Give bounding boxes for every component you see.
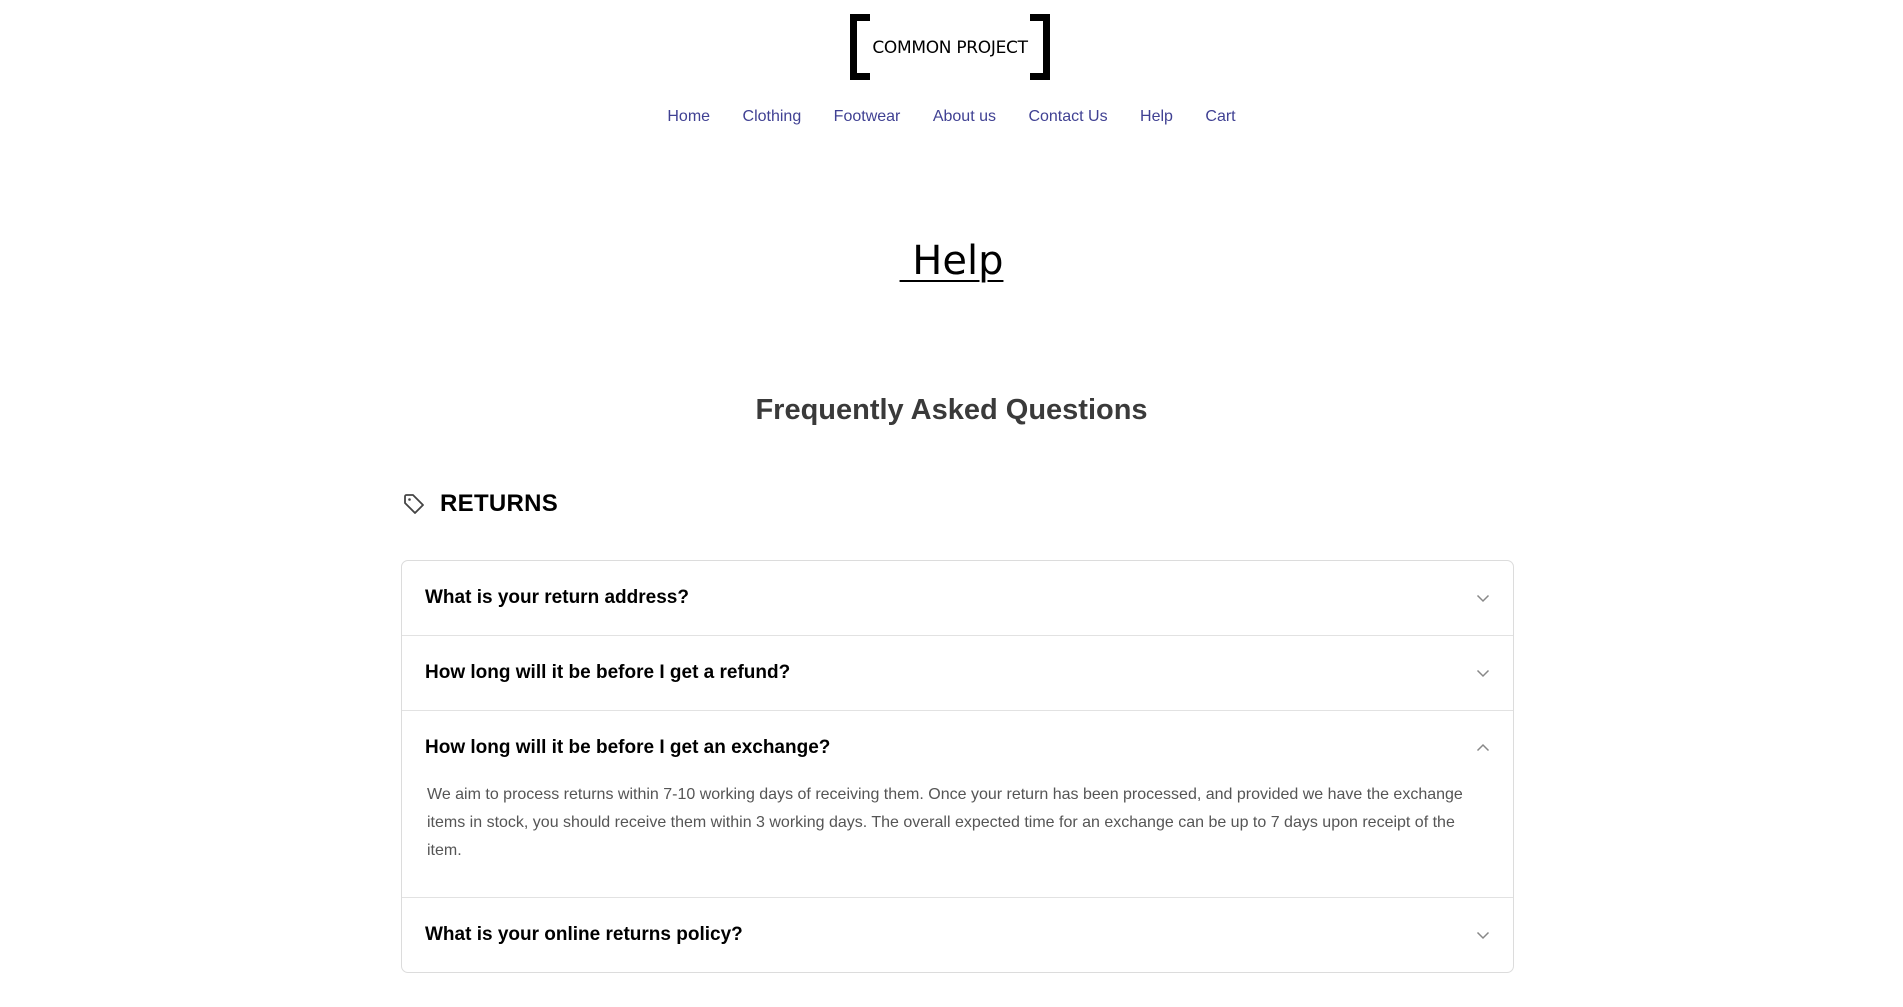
faq-question: How long will it be before I get a refun… xyxy=(425,662,791,683)
main-nav: Home Clothing Footwear About us Contact … xyxy=(0,108,1903,126)
faq-item: How long will it be before I get a refun… xyxy=(402,636,1513,711)
chevron-down-icon xyxy=(1476,669,1490,678)
faq-answer: We aim to process returns within 7-10 wo… xyxy=(427,786,1463,859)
brand-logo[interactable]: COMMON PROJECT xyxy=(850,14,1050,80)
nav-about-us[interactable]: About us xyxy=(933,108,996,126)
faq-accordion: What is your return address? How long wi… xyxy=(401,560,1514,973)
page-title-wrapper: Help xyxy=(0,238,1903,284)
logo-right-bracket xyxy=(1030,14,1050,80)
faq-question: What is your online returns policy? xyxy=(425,924,743,945)
faq-question-toggle[interactable]: How long will it be before I get an exch… xyxy=(402,711,1513,785)
faq-item-expanded: How long will it be before I get an exch… xyxy=(402,711,1513,898)
nav-home[interactable]: Home xyxy=(667,108,710,126)
nav-help[interactable]: Help xyxy=(1140,108,1173,126)
tag-icon xyxy=(404,494,424,514)
chevron-up-icon xyxy=(1476,743,1490,752)
faq-question: How long will it be before I get an exch… xyxy=(425,737,831,758)
faq-question-toggle[interactable]: How long will it be before I get a refun… xyxy=(402,636,1513,710)
nav-cart[interactable]: Cart xyxy=(1205,108,1235,126)
logo-left-bracket xyxy=(850,14,870,80)
nav-clothing[interactable]: Clothing xyxy=(743,108,802,126)
faq-question: What is your return address? xyxy=(425,587,689,608)
chevron-down-icon xyxy=(1476,594,1490,603)
page: COMMON PROJECT Home Clothing Footwear Ab… xyxy=(0,0,1903,1007)
nav-footwear[interactable]: Footwear xyxy=(834,108,901,126)
chevron-down-icon xyxy=(1476,931,1490,940)
section-heading-returns: RETURNS xyxy=(402,490,558,518)
section-title: RETURNS xyxy=(440,490,559,517)
faq-question-toggle[interactable]: What is your online returns policy? xyxy=(402,898,1513,972)
faq-item: What is your return address? xyxy=(402,561,1513,636)
faq-item: What is your online returns policy? xyxy=(402,898,1513,972)
faq-heading: Frequently Asked Questions xyxy=(755,394,1148,426)
page-title: Help xyxy=(899,238,1004,284)
faq-question-toggle[interactable]: What is your return address? xyxy=(402,561,1513,635)
logo-text: COMMON PROJECT xyxy=(872,38,1028,58)
nav-contact-us[interactable]: Contact Us xyxy=(1028,108,1107,126)
